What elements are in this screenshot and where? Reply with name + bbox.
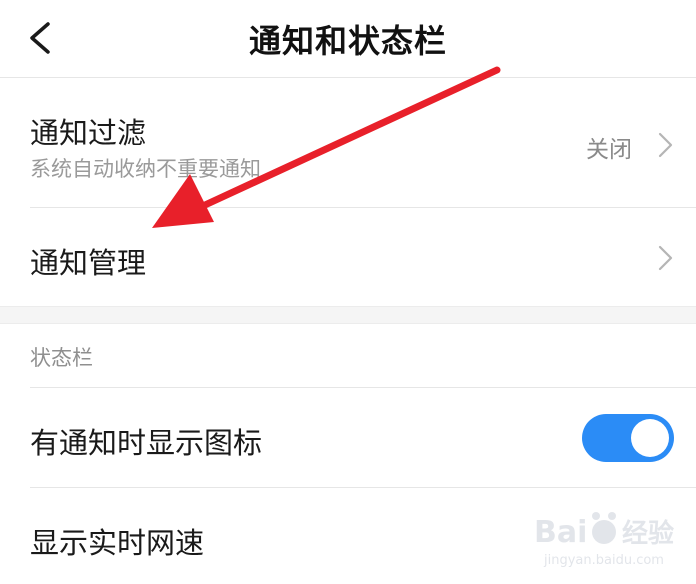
status-bar-section-header: 状态栏: [0, 324, 696, 388]
chevron-right-icon: [654, 243, 676, 273]
notification-management-row[interactable]: 通知管理: [0, 208, 696, 306]
show-network-speed-row[interactable]: 显示实时网速: [0, 488, 696, 584]
notification-filter-title: 通知过滤: [30, 116, 147, 150]
page-title: 通知和状态栏: [248, 22, 447, 60]
show-icon-on-notification-title: 有通知时显示图标: [30, 426, 263, 460]
chevron-right-icon: [654, 130, 676, 160]
notification-filter-value: 关闭: [586, 137, 632, 163]
notification-management-title: 通知管理: [30, 246, 147, 280]
show-icon-toggle[interactable]: [582, 414, 674, 462]
notification-filter-subtitle: 系统自动收纳不重要通知: [30, 157, 261, 181]
show-network-speed-title: 显示实时网速: [30, 526, 205, 560]
show-icon-on-notification-row: 有通知时显示图标: [0, 388, 696, 488]
section-gap: [0, 306, 696, 324]
settings-page: 通知和状态栏 通知过滤 系统自动收纳不重要通知 关闭 通知管理 状态栏 有通知时…: [0, 0, 696, 584]
section-label: 状态栏: [30, 346, 93, 370]
toggle-knob: [631, 419, 669, 457]
top-bar: 通知和状态栏: [0, 0, 696, 78]
notification-filter-row[interactable]: 通知过滤 系统自动收纳不重要通知 关闭: [0, 78, 696, 208]
